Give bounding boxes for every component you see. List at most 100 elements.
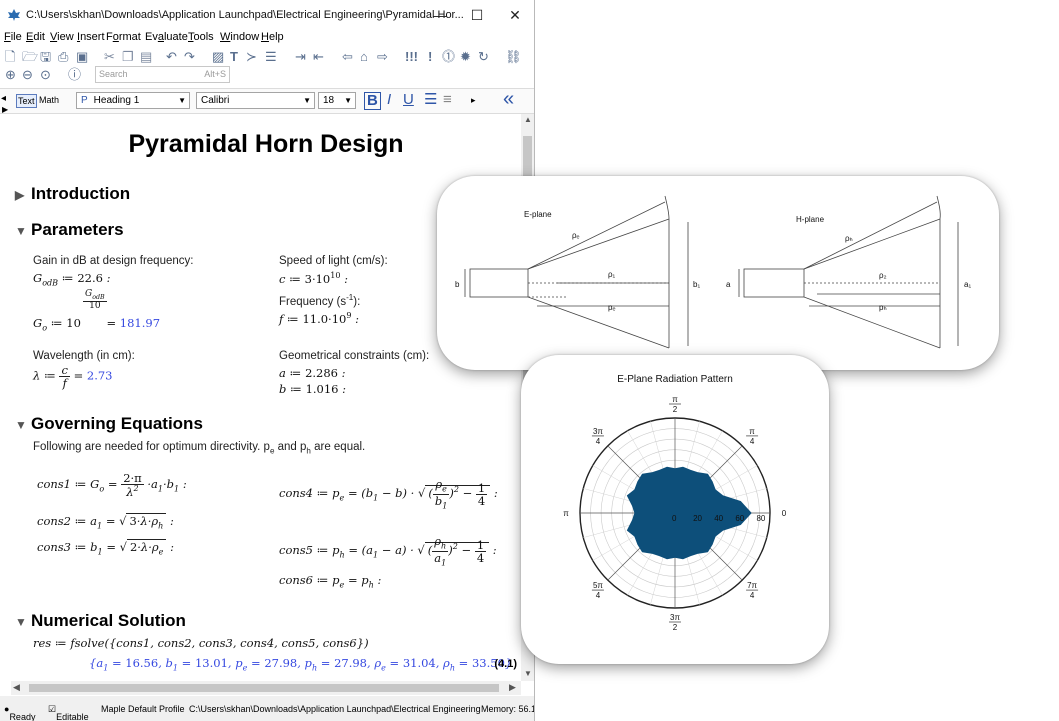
path-status: C:\Users\skhan\Downloads\Application Lau… — [189, 704, 481, 714]
menu-file[interactable]: File — [4, 31, 22, 43]
interrupt-icon[interactable]: ⓵ — [442, 49, 455, 65]
math-mode-button[interactable]: Math — [38, 94, 60, 106]
zoom-out-icon[interactable]: ⊖ — [22, 67, 33, 83]
fsolve-command[interactable]: res ≔ fsolve({cons1, cons2, cons3, cons4… — [33, 636, 369, 650]
restart-icon[interactable]: ↻ — [478, 49, 489, 65]
scroll-left-icon[interactable]: ◀ — [13, 682, 20, 693]
print-preview-icon[interactable]: ▣ — [76, 49, 88, 65]
save-icon[interactable]: 🖫 — [40, 49, 51, 65]
rho-h-label: ρₕ — [845, 234, 853, 243]
paragraph-icon[interactable]: ☰ — [265, 49, 277, 65]
menu-help[interactable]: Help — [261, 31, 284, 43]
scroll-up-icon[interactable]: ▲ — [524, 115, 532, 124]
section-introduction[interactable]: ▶ Introduction — [15, 184, 130, 204]
section-governing-equations[interactable]: ▼ Governing Equations — [15, 414, 203, 434]
cons1-equation[interactable]: cons1 ≔ Go = 2·π λ2 ·a1·b1 : — [37, 472, 187, 498]
close-button[interactable]: ✕ — [500, 4, 530, 26]
a-assignment[interactable]: a ≔ 2.286 : — [279, 366, 346, 380]
radial-tick-label: 20 — [693, 514, 702, 523]
chart-title: E-Plane Radiation Pattern — [617, 374, 733, 385]
execute-all-icon[interactable]: !!! — [405, 49, 418, 65]
wavelength-label: Wavelength (in cm): — [33, 350, 135, 362]
window-title: C:\Users\skhan\Downloads\Application Lau… — [26, 9, 464, 21]
new-document-icon[interactable]: 🗋 — [5, 49, 15, 65]
horizontal-scrollbar[interactable]: ◀ ▶ — [11, 681, 521, 695]
prompt-icon[interactable]: ≻ — [246, 49, 257, 65]
chevron-down-icon: ▼ — [178, 96, 186, 105]
forward-icon[interactable]: ⇨ — [377, 49, 388, 65]
section-parameters[interactable]: ▼ Parameters — [15, 220, 124, 240]
copy-icon[interactable]: ❐ — [122, 49, 134, 65]
title-bar: C:\Users\skhan\Downloads\Application Lau… — [0, 0, 534, 30]
frequency-label: Frequency (s-1): — [279, 293, 361, 308]
menu-edit[interactable]: Edit — [26, 31, 45, 43]
list-marker-icon[interactable]: ▸ — [471, 92, 476, 108]
bold-button[interactable]: B — [364, 92, 381, 110]
expanded-triangle-icon[interactable]: ▼ — [15, 418, 31, 432]
svg-text:4: 4 — [750, 437, 755, 446]
cons6-equation[interactable]: cons6 ≔ pe = ph : — [279, 573, 381, 589]
expanded-triangle-icon[interactable]: ▼ — [15, 224, 31, 238]
menu-insert[interactable]: Insert — [77, 31, 105, 43]
section-numerical-solution[interactable]: ▼ Numerical Solution — [15, 611, 186, 631]
lambda-assignment[interactable]: λ ≔ cf = 2.73 — [33, 364, 113, 389]
indent-icon[interactable]: ⇥ — [295, 49, 306, 65]
cut-icon[interactable]: ✂ — [104, 49, 115, 65]
cons3-equation[interactable]: cons3 ≔ b1 = √ 2·λ·ρe : — [37, 539, 174, 556]
menu-window[interactable]: Window — [220, 31, 259, 43]
cons2-equation[interactable]: cons2 ≔ a1 = √ 3·λ·ρh : — [37, 513, 174, 530]
cons5-equation[interactable]: cons5 ≔ ph = (a1 − a) · √(ρh a1)2 − 14 : — [279, 535, 497, 567]
expanded-triangle-icon[interactable]: ▼ — [15, 615, 31, 629]
svg-text:4: 4 — [750, 591, 755, 600]
horizontal-scroll-thumb[interactable] — [29, 684, 499, 692]
execute-icon[interactable]: ! — [428, 49, 432, 65]
help-icon[interactable]: ⓘ — [68, 67, 81, 83]
go-assignment[interactable]: Go ≔ 10 = 181.97 — [33, 316, 160, 332]
b1-label: b₁ — [693, 280, 700, 289]
f-assignment[interactable]: f ≔ 11.0·109 : — [279, 311, 359, 326]
open-folder-icon[interactable]: 🗁 — [22, 49, 38, 65]
scroll-down-icon[interactable]: ▼ — [524, 669, 532, 678]
text-mode-button[interactable]: Text — [16, 94, 37, 108]
italic-button[interactable]: I — [387, 92, 391, 108]
b-assignment[interactable]: b ≔ 1.016 : — [279, 382, 346, 396]
editable-toggle[interactable]: ☑ Editable — [48, 704, 89, 721]
maximize-button[interactable]: ☐ — [462, 4, 492, 26]
font-dropdown[interactable]: Calibri ▼ — [196, 92, 315, 109]
menu-view[interactable]: View — [50, 31, 74, 43]
redo-icon[interactable]: ↷ — [184, 49, 195, 65]
debug-icon[interactable]: ✹ — [460, 49, 471, 65]
scroll-right-icon[interactable]: ▶ — [509, 682, 516, 693]
zoom-reset-icon[interactable]: ⊙ — [40, 67, 51, 83]
cons4-equation[interactable]: cons4 ≔ pe = (b1 − b) · √(ρe b1)2 − 14 : — [279, 478, 498, 510]
menu-evaluate[interactable]: Evaluate — [145, 31, 188, 43]
link-icon[interactable]: ⛓ — [505, 49, 522, 65]
collapsed-triangle-icon[interactable]: ▶ — [15, 188, 31, 202]
menu-tools[interactable]: Tools — [188, 31, 214, 43]
align-center-icon[interactable]: ≡ — [443, 92, 452, 108]
minimize-button[interactable]: — — [425, 4, 455, 26]
collapse-panel-button[interactable]: « — [503, 89, 514, 109]
home-icon[interactable]: ⌂ — [360, 49, 368, 65]
angle-label-5pi-4: 5π4 — [591, 581, 604, 600]
status-bar: ● Ready ☑ Editable Maple Default Profile… — [0, 696, 534, 721]
undo-icon[interactable]: ↶ — [166, 49, 177, 65]
insert-image-icon[interactable]: ▨ — [212, 49, 224, 65]
print-icon[interactable]: ⎙ — [58, 49, 68, 65]
underline-button[interactable]: U — [403, 92, 414, 108]
style-dropdown[interactable]: P Heading 1 ▼ — [76, 92, 190, 109]
paste-icon[interactable]: ▤ — [140, 49, 152, 65]
zoom-in-icon[interactable]: ⊕ — [5, 67, 16, 83]
c-assignment[interactable]: c ≔ 3·1010 : — [279, 271, 348, 286]
align-left-icon[interactable]: ☰ — [424, 92, 437, 108]
outdent-icon[interactable]: ⇤ — [313, 49, 324, 65]
size-dropdown[interactable]: 18 ▼ — [318, 92, 356, 109]
h-plane-title: H-plane — [796, 215, 825, 224]
menu-format[interactable]: Format — [106, 31, 141, 43]
document-title: Pyramidal Horn Design — [128, 130, 404, 158]
gain-assignment[interactable]: GodB ≔ 22.6 : — [33, 271, 110, 287]
back-icon[interactable]: ⇦ — [342, 49, 353, 65]
svg-text:2: 2 — [673, 623, 678, 632]
search-input[interactable]: Search Alt+S — [95, 66, 230, 83]
text-mode-icon[interactable]: T — [230, 49, 238, 65]
